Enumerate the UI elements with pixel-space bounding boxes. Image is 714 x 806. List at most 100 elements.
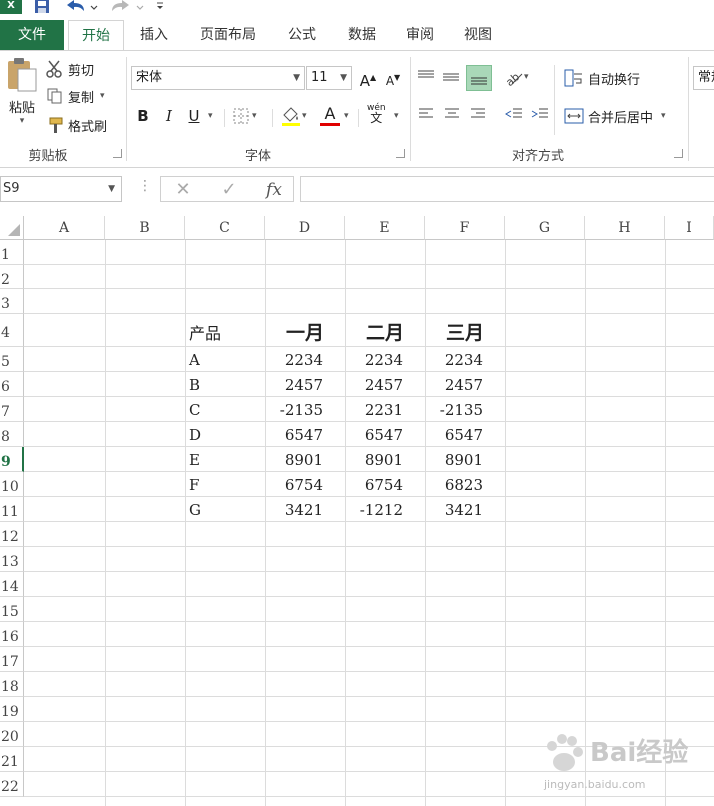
- tab-formulas[interactable]: 公式: [278, 20, 326, 50]
- cut-button[interactable]: 剪切: [46, 59, 94, 79]
- align-bottom-button[interactable]: [466, 65, 492, 91]
- chevron-down-icon[interactable]: ▾: [394, 111, 399, 121]
- enter-icon[interactable]: ✓: [215, 177, 243, 203]
- increase-indent-button[interactable]: [530, 105, 550, 127]
- table-cell[interactable]: 2234: [265, 351, 323, 369]
- select-all-corner[interactable]: [0, 216, 24, 240]
- row-header[interactable]: 8: [0, 422, 24, 447]
- clipboard-launcher-icon[interactable]: [113, 149, 122, 158]
- table-cell[interactable]: 8901: [345, 451, 403, 469]
- row-header[interactable]: 10: [0, 472, 24, 497]
- tab-review[interactable]: 审阅: [396, 20, 444, 50]
- column-header[interactable]: I: [665, 216, 714, 240]
- row-header[interactable]: 20: [0, 722, 24, 747]
- redo-icon[interactable]: [110, 0, 144, 14]
- tab-home[interactable]: 开始: [68, 20, 124, 50]
- table-cell[interactable]: F: [189, 476, 263, 494]
- table-cell[interactable]: 6547: [265, 426, 323, 444]
- table-cell[interactable]: 2234: [425, 351, 483, 369]
- table-cell[interactable]: E: [189, 451, 263, 469]
- table-cell[interactable]: 6754: [345, 476, 403, 494]
- table-cell[interactable]: G: [189, 501, 263, 519]
- format-painter-button[interactable]: 格式刷: [46, 115, 107, 135]
- row-header[interactable]: 4: [0, 314, 24, 347]
- align-right-button[interactable]: [468, 105, 488, 127]
- row-header[interactable]: 14: [0, 572, 24, 597]
- decrease-font-icon[interactable]: A▼: [383, 67, 403, 89]
- column-header[interactable]: G: [505, 216, 585, 240]
- table-cell[interactable]: 2457: [345, 376, 403, 394]
- table-cell[interactable]: 3421: [425, 501, 483, 519]
- table-cell[interactable]: 2234: [345, 351, 403, 369]
- formula-input[interactable]: [300, 176, 714, 202]
- align-center-button[interactable]: [442, 105, 462, 127]
- formula-bar-grip-icon[interactable]: ⋮: [138, 178, 152, 194]
- column-header[interactable]: B: [105, 216, 185, 240]
- table-cell[interactable]: 8901: [425, 451, 483, 469]
- font-color-button[interactable]: A ▾: [320, 105, 349, 126]
- align-top-button[interactable]: [416, 65, 438, 89]
- increase-font-icon[interactable]: A▲: [358, 67, 378, 90]
- underline-button[interactable]: U: [184, 105, 204, 127]
- row-header[interactable]: 7: [0, 397, 24, 422]
- tab-data[interactable]: 数据: [338, 20, 386, 50]
- column-header[interactable]: H: [585, 216, 665, 240]
- merge-center-button[interactable]: 合并后居中 ▾: [564, 105, 666, 127]
- table-cell[interactable]: 2457: [265, 376, 323, 394]
- table-cell[interactable]: 2231: [345, 401, 403, 419]
- row-header[interactable]: 15: [0, 597, 24, 622]
- table-cell[interactable]: -1212: [345, 501, 403, 519]
- tab-insert[interactable]: 插入: [130, 20, 178, 50]
- paste-button[interactable]: 粘贴 ▾: [4, 57, 40, 141]
- column-header[interactable]: A: [24, 216, 105, 240]
- table-cell[interactable]: -2135: [425, 401, 483, 419]
- row-header[interactable]: 18: [0, 672, 24, 697]
- bold-button[interactable]: B: [133, 105, 153, 127]
- row-header[interactable]: 3: [0, 289, 24, 314]
- row-header[interactable]: 21: [0, 747, 24, 772]
- align-middle-button[interactable]: [441, 65, 463, 89]
- align-left-button[interactable]: [416, 105, 436, 127]
- borders-button[interactable]: ▾: [232, 107, 257, 125]
- insert-function-icon[interactable]: fx: [259, 177, 289, 203]
- table-cell[interactable]: 8901: [265, 451, 323, 469]
- italic-button[interactable]: I: [159, 105, 179, 127]
- column-header[interactable]: D: [265, 216, 345, 240]
- chevron-down-icon[interactable]: ▾: [208, 111, 213, 121]
- customize-toolbar-icon[interactable]: [154, 0, 166, 14]
- row-header[interactable]: 22: [0, 772, 24, 797]
- table-cell[interactable]: 6823: [425, 476, 483, 494]
- undo-icon[interactable]: [64, 0, 98, 14]
- orientation-button[interactable]: ab ▾: [502, 67, 528, 87]
- row-header[interactable]: 2: [0, 265, 24, 289]
- row-header[interactable]: 5: [0, 347, 24, 372]
- table-cell[interactable]: A: [189, 351, 263, 369]
- table-header-cell[interactable]: 一月: [265, 318, 345, 345]
- tab-file[interactable]: 文件: [0, 20, 64, 50]
- save-icon[interactable]: [34, 0, 52, 14]
- row-header[interactable]: 9: [0, 447, 24, 472]
- table-cell[interactable]: 6754: [265, 476, 323, 494]
- number-format-select[interactable]: 常规: [693, 66, 714, 90]
- phonetic-button[interactable]: wén 文: [367, 103, 386, 124]
- table-header-cell[interactable]: 产品: [189, 320, 263, 344]
- row-header[interactable]: 1: [0, 240, 24, 265]
- wrap-text-button[interactable]: 自动换行: [564, 67, 640, 89]
- cancel-icon[interactable]: ✕: [169, 177, 197, 203]
- alignment-launcher-icon[interactable]: [674, 149, 683, 158]
- table-cell[interactable]: 6547: [345, 426, 403, 444]
- table-cell[interactable]: C: [189, 401, 263, 419]
- table-header-cell[interactable]: 二月: [345, 318, 425, 345]
- row-header[interactable]: 11: [0, 497, 24, 522]
- table-cell[interactable]: 6547: [425, 426, 483, 444]
- table-cell[interactable]: 3421: [265, 501, 323, 519]
- table-header-cell[interactable]: 三月: [425, 318, 505, 345]
- copy-button[interactable]: 复制 ▾: [46, 86, 105, 106]
- row-header[interactable]: 12: [0, 522, 24, 547]
- tab-view[interactable]: 视图: [454, 20, 502, 50]
- table-cell[interactable]: B: [189, 376, 263, 394]
- column-header[interactable]: F: [425, 216, 505, 240]
- row-header[interactable]: 17: [0, 647, 24, 672]
- column-header[interactable]: E: [345, 216, 425, 240]
- table-cell[interactable]: -2135: [265, 401, 323, 419]
